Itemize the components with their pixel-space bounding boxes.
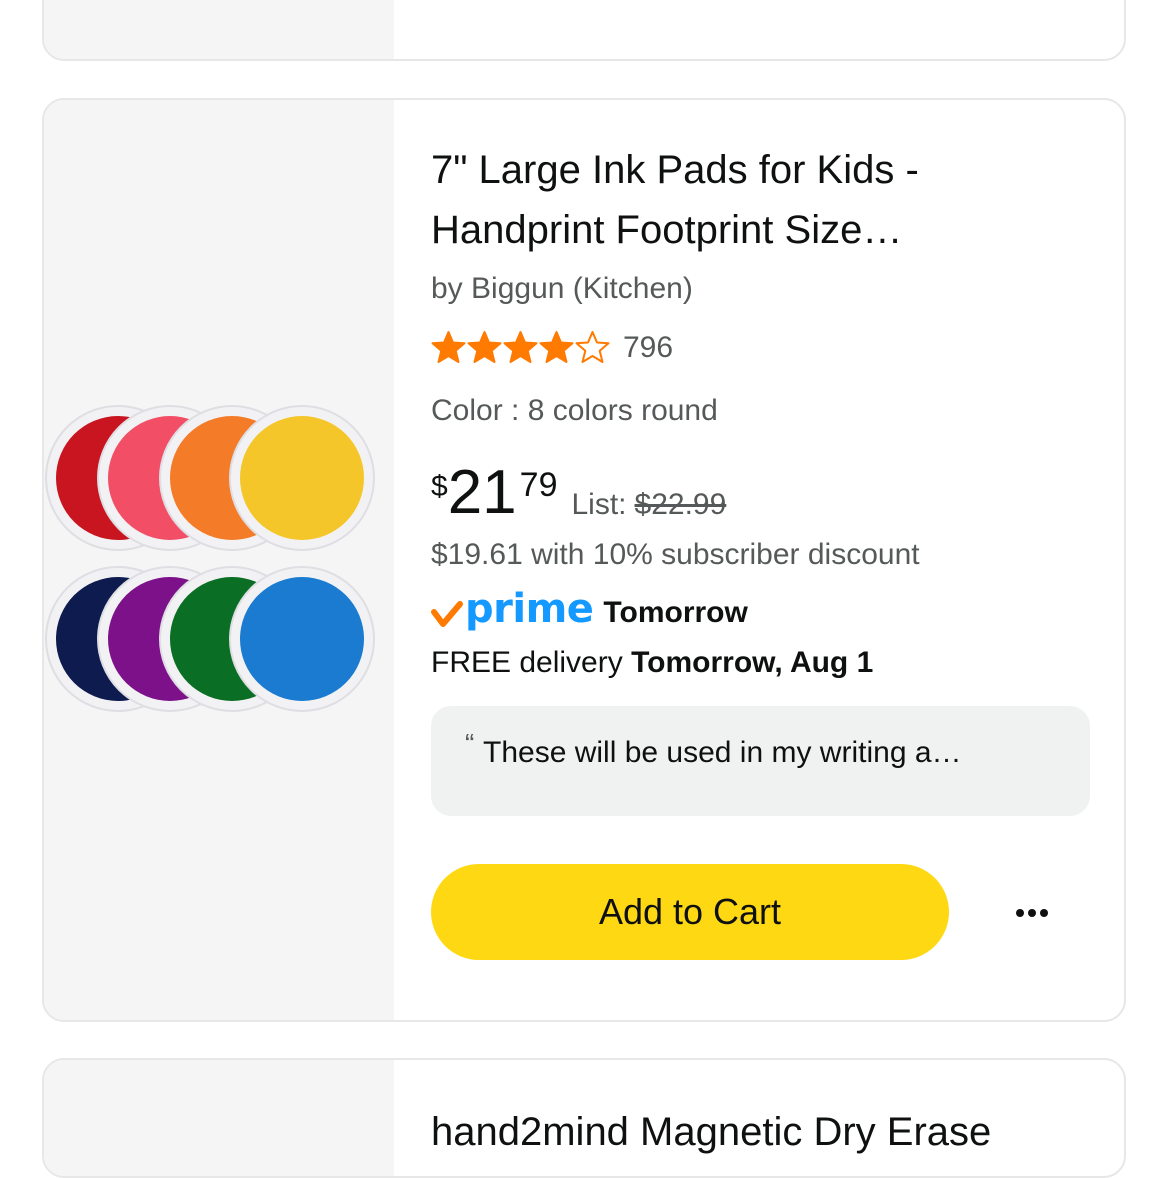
product-image-area[interactable] [44, 100, 394, 1020]
star-full-icon [539, 331, 574, 363]
price-currency: $ [431, 470, 448, 503]
review-snippet-text: These will be used in my writing a… [483, 736, 962, 769]
prime-delivery-speed: Tomorrow [603, 596, 748, 629]
product-image[interactable] [44, 100, 394, 1022]
list-price-label: List: [571, 488, 627, 521]
prime-check-icon [431, 601, 463, 627]
next-product-title[interactable]: hand2mind Magnetic Dry Erase [431, 1102, 1091, 1162]
ellipsis-icon [1014, 909, 1050, 917]
color-variant: Color : 8 colors round [431, 394, 718, 427]
delivery-info: FREE delivery Tomorrow, Aug 1 [431, 646, 873, 680]
review-snippet[interactable]: “ These will be used in my writing a… [431, 706, 1090, 816]
list-price: $22.99 [634, 488, 727, 521]
product-brand: by Biggun (Kitchen) [431, 272, 693, 305]
more-options-button[interactable] [997, 890, 1067, 936]
review-count[interactable]: 796 [623, 331, 673, 365]
delivery-prefix: FREE delivery [431, 646, 623, 679]
delivery-date: Tomorrow, Aug 1 [631, 646, 874, 679]
prime-badge: prime Tomorrow [431, 588, 748, 630]
rating-row[interactable]: 796 [431, 330, 673, 365]
add-to-cart-button[interactable]: Add to Cart [431, 864, 949, 960]
product-card-next[interactable]: hand2mind Magnetic Dry Erase [42, 1058, 1126, 1178]
star-rating[interactable] [431, 330, 610, 365]
product-title[interactable]: 7" Large Ink Pads for Kids - Handprint F… [431, 140, 1031, 260]
product-image-area[interactable] [44, 1060, 394, 1176]
product-image-area[interactable] [44, 0, 394, 59]
star-half-icon [575, 331, 610, 363]
star-full-icon [431, 331, 466, 363]
price: $ 21 79 List: $22.99 [431, 458, 726, 528]
star-full-icon [467, 331, 502, 363]
product-card[interactable]: 7" Large Ink Pads for Kids - Handprint F… [42, 98, 1126, 1022]
ink-pad [229, 566, 375, 712]
price-fraction: 79 [519, 466, 558, 504]
product-card-previous[interactable] [42, 0, 1126, 61]
quote-icon: “ [465, 728, 475, 759]
price-whole: 21 [447, 458, 517, 527]
ink-pad [229, 405, 375, 551]
prime-logo: prime [465, 586, 594, 632]
star-full-icon [503, 331, 538, 363]
subscriber-discount: $19.61 with 10% subscriber discount [431, 538, 920, 571]
